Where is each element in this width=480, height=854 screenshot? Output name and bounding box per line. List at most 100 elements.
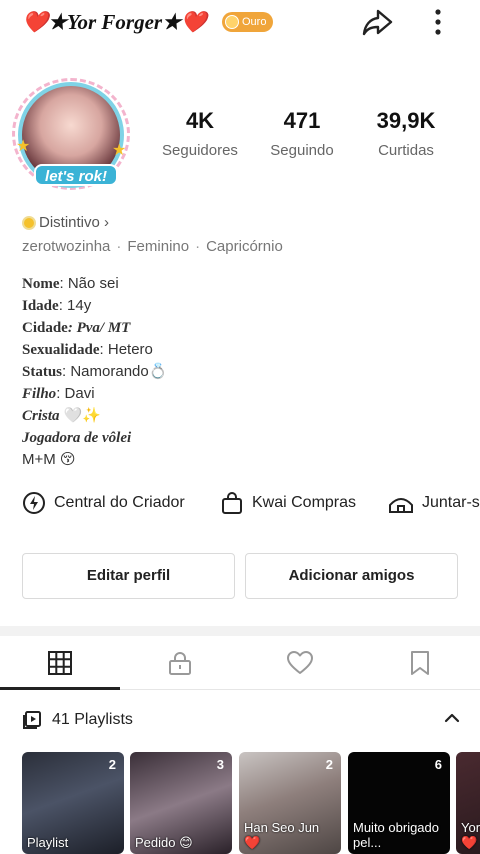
following-label: Seguindo <box>270 142 334 159</box>
bookmark-icon <box>411 651 429 675</box>
lock-icon <box>169 652 191 675</box>
bio-text: Jogadora de vôlei <box>22 430 132 446</box>
more-options-button[interactable] <box>426 6 450 40</box>
playlist-card[interactable]: 3 Pedido 😊 <box>130 752 232 854</box>
shopping-bag-icon <box>222 492 242 514</box>
bio-line: Crista 🤍✨ <box>22 405 167 427</box>
bio-value: : Hetero <box>99 341 153 358</box>
chevron-up-icon[interactable] <box>442 708 462 728</box>
playlist-video-count: 2 <box>108 757 116 772</box>
gender: Feminino <box>127 238 190 255</box>
star-icon: ★ <box>16 138 31 155</box>
tab-grid[interactable] <box>0 636 120 690</box>
tab-saved[interactable] <box>360 636 480 690</box>
bio-key: Filho <box>22 386 57 402</box>
content-tabs <box>0 636 480 690</box>
join-link[interactable]: Juntar-s <box>388 488 480 518</box>
section-divider <box>0 626 480 636</box>
tent-icon <box>389 498 413 513</box>
bio-key: Sexualidade <box>22 342 100 358</box>
playlist-video-count: 6 <box>434 757 442 772</box>
creator-center-link[interactable]: Central do Criador <box>22 488 185 518</box>
share-arrow-icon <box>362 9 393 36</box>
bio-line: Idade: 14y <box>22 295 167 317</box>
edit-profile-button[interactable]: Editar perfil <box>22 553 235 599</box>
playlist-carousel: 2 Playlist 3 Pedido 😊 2 Han Seo Jun ❤️ 6… <box>22 752 480 854</box>
followers-stat[interactable]: 4K Seguidores <box>150 108 250 159</box>
gold-coin-icon <box>225 15 239 29</box>
playlist-title: Muito obrigado pel... <box>353 820 439 850</box>
profile-avatar[interactable]: ★ ★ let's rok! <box>12 78 130 190</box>
bio-value: : Não sei <box>59 275 119 292</box>
playlist-card[interactable]: 2 Han Seo Jun ❤️ <box>239 752 341 854</box>
heart-icon <box>287 651 313 674</box>
bio-line: Jogadora de vôlei <box>22 427 167 449</box>
likes-label: Curtidas <box>378 142 434 159</box>
badge-coin-icon <box>22 215 36 230</box>
share-button[interactable] <box>360 6 394 40</box>
playlist-title: Yor ❤️ <box>461 820 480 850</box>
bio-line: Filho: Davi <box>22 383 167 405</box>
playlist-card[interactable]: 2 Playlist <box>22 752 124 854</box>
followers-label: Seguidores <box>162 142 238 159</box>
profile-meta: zerotwozinha · Feminino · Capricórnio <box>22 238 283 255</box>
tab-liked[interactable] <box>240 636 360 690</box>
playlist-video-count: 2 <box>325 757 333 772</box>
distintivo-label: Distintivo › <box>39 214 110 231</box>
username: zerotwozinha <box>22 238 111 255</box>
bio-value: 🤍✨ <box>59 407 102 424</box>
bio-line: M+M 😚 <box>22 449 167 471</box>
grid-icon <box>48 651 72 675</box>
more-vertical-icon <box>435 9 441 35</box>
bio-key: Idade <box>22 298 59 314</box>
profile-stats: 4K Seguidores 471 Seguindo 39,9K Curtida… <box>150 108 470 168</box>
bio-line: Cidade: Pva/ MT <box>22 317 167 339</box>
creator-center-label: Central do Criador <box>54 494 185 511</box>
playlist-title: Pedido 😊 <box>135 835 193 850</box>
bio-value: : Davi <box>56 385 95 402</box>
ouro-badge[interactable]: Ouro <box>222 12 274 32</box>
zodiac-sign: Capricórnio <box>206 238 283 255</box>
bio-value: : 14y <box>58 297 92 314</box>
playlist-card[interactable]: 6 Muito obrigado pel... <box>348 752 450 854</box>
playlist-card[interactable]: Yor ❤️ <box>456 752 480 854</box>
bio-key: Crista <box>22 408 60 424</box>
kwai-shop-link[interactable]: Kwai Compras <box>220 488 356 518</box>
active-tab-indicator <box>0 687 120 690</box>
likes-count: 39,9K <box>376 108 436 133</box>
bio-text: M+M 😚 <box>22 451 76 468</box>
followers-count: 4K <box>185 108 215 133</box>
profile-bio: Nome: Não sei Idade: 14y Cidade: Pva/ MT… <box>22 273 167 471</box>
playlist-title: Han Seo Jun ❤️ <box>244 820 320 850</box>
likes-stat[interactable]: 39,9K Curtidas <box>356 108 456 159</box>
top-bar: ❤️★Yor Forger★❤️ Ouro <box>0 0 480 46</box>
bio-line: Sexualidade: Hetero <box>22 339 167 361</box>
bio-key: Nome <box>22 276 60 292</box>
bio-value: : Namorando💍 <box>62 363 168 380</box>
playlists-count-label: 41 Playlists <box>52 711 133 728</box>
bio-line: Nome: Não sei <box>22 273 167 295</box>
following-stat[interactable]: 471 Seguindo <box>252 108 352 159</box>
badge-label: Ouro <box>242 16 267 28</box>
playlists-header[interactable]: 41 Playlists <box>22 708 462 732</box>
kwai-shop-label: Kwai Compras <box>252 494 357 511</box>
playlist-video-count: 3 <box>216 757 224 772</box>
separator-dot: · <box>195 238 201 255</box>
distintivo-link[interactable]: Distintivo › <box>22 214 109 231</box>
creator-actions: Central do Criador Kwai Compras Juntar-s <box>0 488 480 518</box>
add-friends-button[interactable]: Adicionar amigos <box>245 553 458 599</box>
playlist-title: Playlist <box>27 835 69 850</box>
following-count: 471 <box>283 108 321 133</box>
star-icon: ★ <box>112 142 127 159</box>
profile-title: ❤️★Yor Forger★❤️ <box>22 10 208 34</box>
join-label: Juntar-s <box>422 494 480 511</box>
tab-private[interactable] <box>120 636 240 690</box>
bio-key: Cidade <box>22 320 68 336</box>
avatar-frame-label: let's rok! <box>34 164 118 186</box>
lightning-circle-icon <box>23 492 45 514</box>
bio-value: : Pva/ MT <box>67 320 131 336</box>
playlist-icon <box>23 711 41 729</box>
bio-key: Status <box>22 364 63 380</box>
bio-line: Status: Namorando💍 <box>22 361 167 383</box>
separator-dot: · <box>116 238 122 255</box>
